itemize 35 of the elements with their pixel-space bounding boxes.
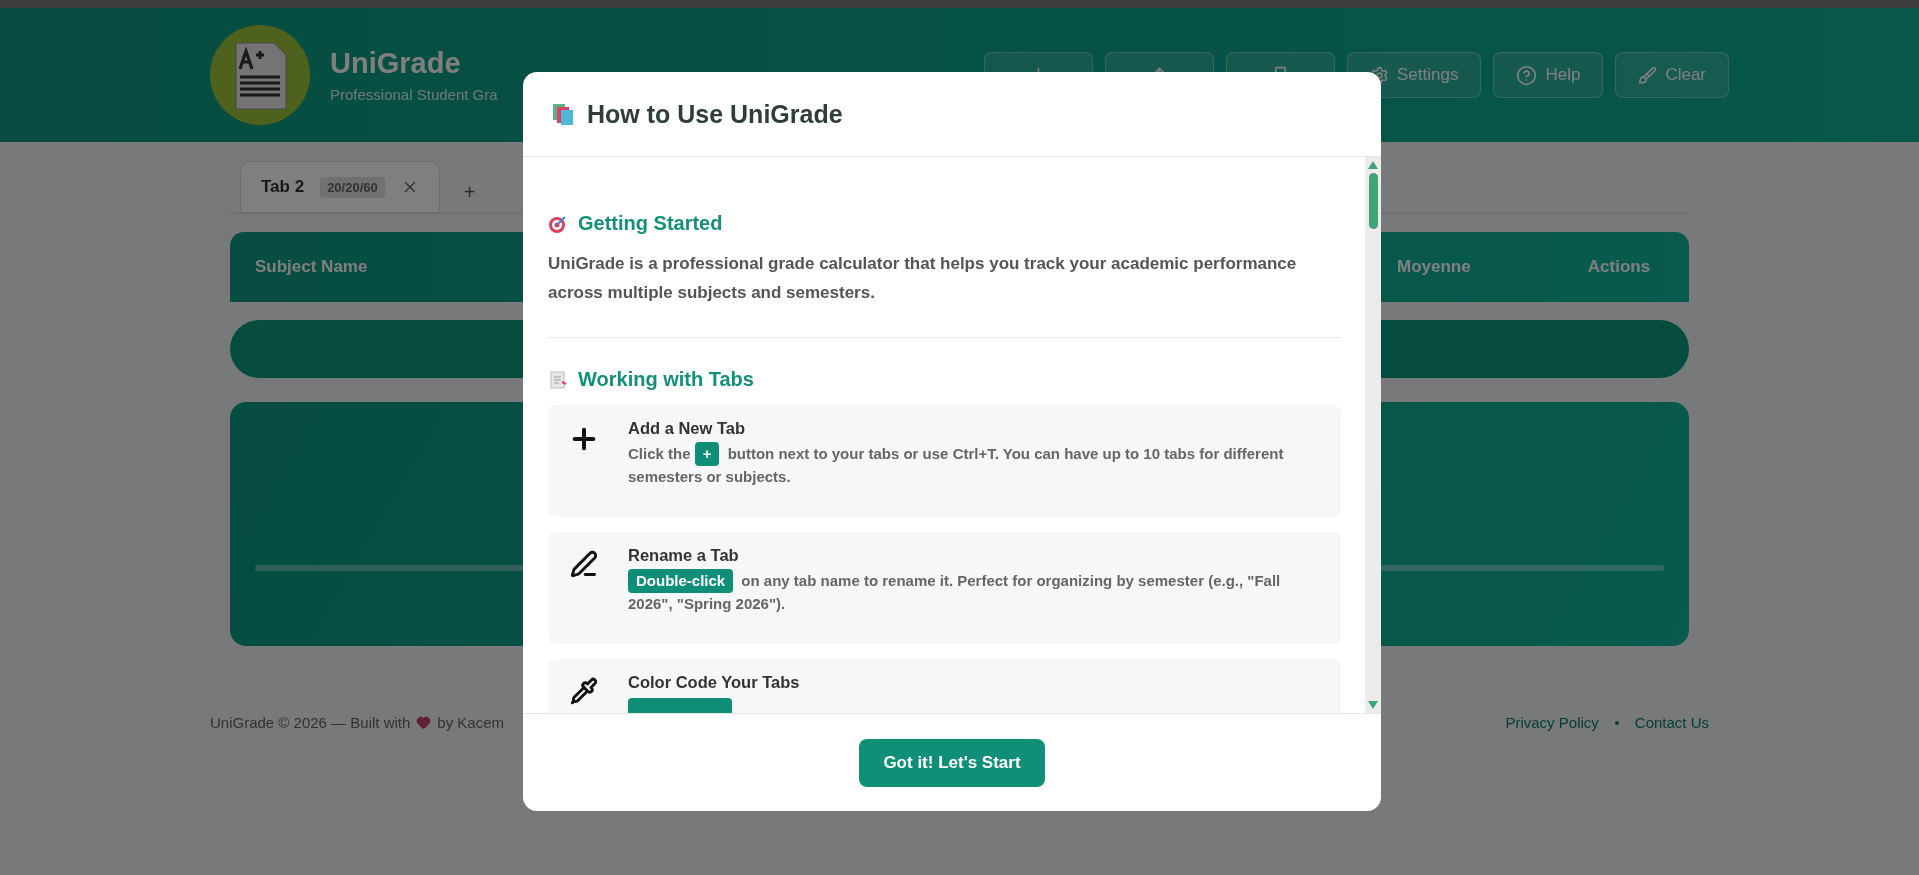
tab-label: Tab 2 <box>261 177 305 197</box>
footer-link[interactable]: Privacy Policy <box>1505 714 1599 731</box>
dialog-title: How to Use UniGrade <box>587 99 843 129</box>
card-title: Rename a Tab <box>628 546 740 565</box>
card-title: Add a New Tab <box>628 419 747 438</box>
scroll-thumb[interactable] <box>1368 173 1378 229</box>
app-subtitle: Professional Student Gra <box>330 86 499 103</box>
footer-author: by Kacem <box>437 714 504 731</box>
card-text: Double-click on any tab name to rename it. Perfect for organizing by semester (e.g., "Fall 2026", "Spring 2026"). <box>628 569 1321 614</box>
card-title: Color Code Your Tabs <box>628 673 800 692</box>
scrollbar[interactable] <box>1365 157 1381 713</box>
scroll-up-icon[interactable] <box>1368 161 1378 169</box>
heart-icon <box>416 715 432 730</box>
column-header: Subject Name <box>255 257 368 277</box>
pencil-icon <box>570 550 598 578</box>
start-button[interactable]: Got it! Let's Start <box>859 738 1045 787</box>
section-text: UniGrade is a professional grade calculator that helps you track your academic performance across multiple subjects and semesters. <box>548 253 1298 304</box>
separator-dot <box>1614 720 1619 725</box>
weights-label: 20/20/60 <box>320 176 385 198</box>
footer-link[interactable]: Contact Us <box>1634 714 1709 731</box>
column-header: Moyenne <box>1397 257 1472 277</box>
target-icon <box>548 213 568 234</box>
section-heading: Getting Started <box>578 212 723 235</box>
footer-text: UniGrade © 2026 — Built with <box>210 714 411 731</box>
books-icon <box>551 102 575 126</box>
column-header: Actions <box>1586 257 1652 277</box>
section-heading: Working with Tabs <box>578 368 754 391</box>
app-title: UniGrade <box>330 47 462 80</box>
add-tab-button[interactable]: + <box>453 172 486 212</box>
eyedropper-icon <box>570 677 598 705</box>
scroll-down-icon[interactable] <box>1368 701 1378 709</box>
document-icon <box>548 369 568 390</box>
card-text: Click the + button next to your tabs or use Ctrl+T. You can have up to 10 tabs for different semesters or subjects. <box>628 442 1321 487</box>
help-icon <box>1516 64 1538 86</box>
tab[interactable]: Tab 2 20/20/60 <box>240 161 440 212</box>
